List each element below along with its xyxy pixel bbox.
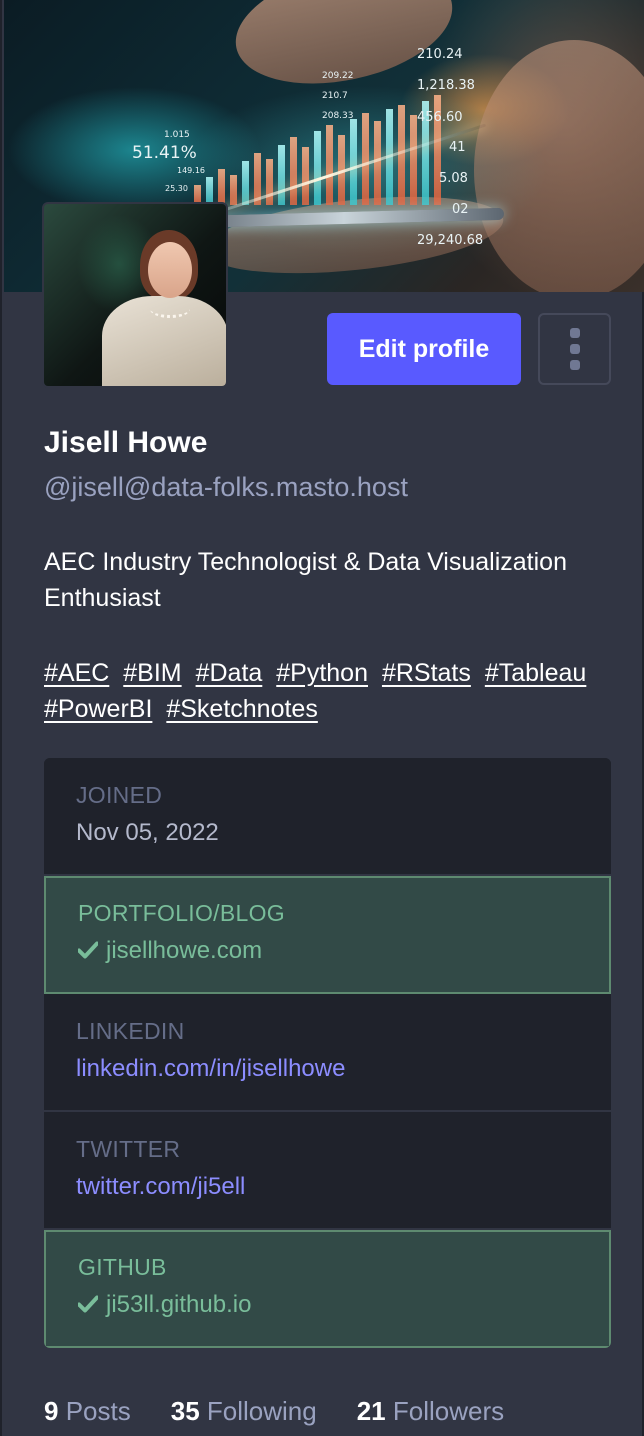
banner-number: 149.16 — [177, 166, 205, 175]
hashtag-link[interactable]: #Data — [196, 659, 263, 687]
banner-number: 1.015 — [164, 130, 190, 140]
linkedin-link[interactable]: linkedin.com/in/jisellhowe — [76, 1055, 579, 1083]
banner-number: 1,218.38 — [417, 78, 475, 93]
account-handle: @jisell@data-folks.masto.host — [44, 472, 408, 502]
twitter-link[interactable]: twitter.com/ji5ell — [76, 1173, 579, 1201]
field-label: GITHUB — [78, 1254, 167, 1280]
hashtag-link[interactable]: #Python — [276, 659, 368, 687]
posts-count[interactable]: 9 Posts — [44, 1396, 131, 1427]
field-value-row: ji53ll.github.io — [78, 1291, 577, 1319]
followers-count[interactable]: 21 Followers — [357, 1396, 504, 1427]
hashtag-link[interactable]: #RStats — [382, 659, 471, 687]
field-value-row: jisellhowe.com — [78, 937, 577, 965]
hashtag-link[interactable]: #BIM — [123, 659, 181, 687]
field-joined: JOINED Nov 05, 2022 — [44, 758, 611, 876]
field-value: Nov 05, 2022 — [76, 819, 219, 846]
profile-fields: JOINED Nov 05, 2022 PORTFOLIO/BLOG jisel… — [44, 758, 611, 1348]
field-label: JOINED — [76, 782, 163, 808]
display-name: Jisell Howe — [44, 426, 208, 459]
banner-number: 29,240.68 — [417, 233, 484, 248]
banner-number: 208.33 — [322, 111, 354, 121]
vertical-ellipsis-icon — [569, 328, 580, 370]
banner-number: 25.30 — [165, 184, 188, 193]
edit-profile-button[interactable]: Edit profile — [327, 313, 521, 385]
field-label: TWITTER — [76, 1136, 181, 1162]
hashtag-list: #AEC #BIM #Data #Python #RStats #Tableau… — [44, 655, 624, 727]
bio-text: AEC Industry Technologist & Data Visuali… — [44, 548, 567, 612]
portfolio-link[interactable]: jisellhowe.com — [106, 937, 262, 964]
banner-number: 51.41% — [132, 143, 197, 163]
following-count[interactable]: 35 Following — [171, 1396, 317, 1427]
banner-number: 02 — [452, 202, 469, 217]
banner-number: 456.60 — [417, 110, 463, 125]
banner-number: 209.22 — [322, 71, 354, 81]
hashtag-link[interactable]: #Sketchnotes — [166, 695, 318, 723]
check-icon — [78, 941, 98, 959]
banner-number: 5.08 — [439, 171, 468, 186]
field-github: GITHUB ji53ll.github.io — [44, 1230, 611, 1348]
field-label: LINKEDIN — [76, 1018, 185, 1044]
hashtag-link[interactable]: #PowerBI — [44, 695, 152, 723]
hashtag-link[interactable]: #Tableau — [485, 659, 586, 687]
field-portfolio: PORTFOLIO/BLOG jisellhowe.com — [44, 876, 611, 994]
avatar[interactable] — [42, 202, 228, 388]
banner-number: 41 — [449, 140, 466, 155]
banner-number: 210.24 — [417, 47, 463, 62]
check-icon — [78, 1295, 98, 1313]
github-link[interactable]: ji53ll.github.io — [106, 1291, 251, 1318]
more-options-button[interactable] — [538, 313, 611, 385]
field-linkedin: LINKEDIN linkedin.com/in/jisellhowe — [44, 994, 611, 1112]
profile-card: 210.24 1,218.38 456.60 41 5.08 02 29,240… — [0, 0, 644, 1436]
banner-number: 210.7 — [322, 91, 348, 101]
hashtag-link[interactable]: #AEC — [44, 659, 109, 687]
field-twitter: TWITTER twitter.com/ji5ell — [44, 1112, 611, 1230]
profile-counts: 9 Posts 35 Following 21 Followers — [44, 1396, 504, 1427]
field-label: PORTFOLIO/BLOG — [78, 900, 285, 926]
arm-right — [474, 40, 644, 292]
